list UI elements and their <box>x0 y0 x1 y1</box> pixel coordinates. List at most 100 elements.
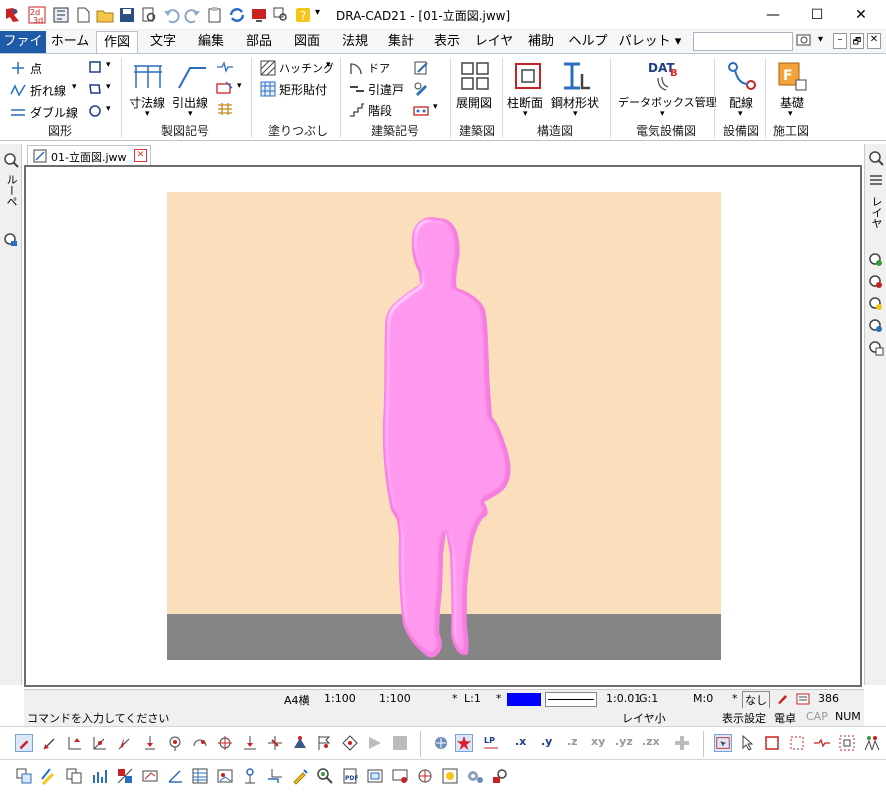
pick-select-icon[interactable] <box>739 734 757 752</box>
save-icon[interactable] <box>118 6 136 24</box>
2d3d-icon[interactable]: 2d3d <box>28 6 46 24</box>
search-3d-icon[interactable] <box>491 767 509 785</box>
door-button[interactable]: ドア <box>368 60 390 76</box>
maximize-button[interactable]: ☐ <box>802 5 832 25</box>
tab-help[interactable]: ヘルプ <box>566 31 610 53</box>
intersection-snap-icon[interactable] <box>91 734 109 752</box>
sliding-door-button[interactable]: 引違戸 <box>368 81 404 98</box>
quick-access-dropdown[interactable]: ▾ <box>315 7 320 18</box>
rect-select-icon[interactable] <box>763 734 781 752</box>
inquiry-icon[interactable] <box>316 767 334 785</box>
nearest-snap-icon[interactable] <box>141 734 159 752</box>
annotation-dropdown[interactable]: ▾ <box>237 81 242 91</box>
screen-capture-icon[interactable] <box>391 767 409 785</box>
document-tab[interactable]: 01-立面図.jww ✕ <box>27 145 151 165</box>
polyline-dropdown[interactable]: ▾ <box>72 82 77 92</box>
steel-dropdown[interactable]: ▾ <box>573 109 578 119</box>
mdi-restore-button[interactable]: 🗗 <box>850 33 864 49</box>
palette-tool-3-icon[interactable] <box>868 296 884 312</box>
display-setting[interactable]: 表示設定 <box>722 710 766 726</box>
endpoint-snap-icon[interactable] <box>41 734 59 752</box>
print-preview-icon[interactable] <box>140 6 158 24</box>
command-prompt[interactable]: コマンドを入力してください <box>27 710 169 726</box>
tab-view[interactable]: 表示 <box>426 31 468 53</box>
scale-2[interactable]: 1:100 <box>379 692 411 705</box>
attribute-edit-icon[interactable] <box>40 767 58 785</box>
point-button[interactable]: 点 <box>30 60 42 77</box>
snap-x[interactable]: .x <box>515 735 526 753</box>
tangent-snap-icon[interactable] <box>216 734 234 752</box>
close-button[interactable]: ✕ <box>846 5 876 25</box>
clipboard-icon[interactable] <box>206 6 224 24</box>
symbol-place-icon[interactable] <box>241 767 259 785</box>
polygon-icon[interactable] <box>88 82 102 96</box>
rectangle-dropdown[interactable]: ▾ <box>106 60 111 70</box>
bar-chart-icon[interactable] <box>91 767 109 785</box>
pencil-icon[interactable] <box>291 767 309 785</box>
annotation-icon[interactable] <box>216 81 234 95</box>
foundation-dropdown[interactable]: ▾ <box>788 109 793 119</box>
furniture-icon[interactable] <box>413 102 429 118</box>
layer-settings-icon[interactable] <box>15 767 33 785</box>
3d-view-icon[interactable] <box>416 767 434 785</box>
line-select-icon[interactable] <box>813 734 831 752</box>
quadrant-snap-icon[interactable] <box>241 734 259 752</box>
layer-list-icon[interactable] <box>868 172 884 188</box>
grid-select-icon[interactable] <box>838 734 856 752</box>
column-dropdown[interactable]: ▾ <box>523 109 528 119</box>
copy-attribute-icon[interactable] <box>65 767 83 785</box>
free-point-icon[interactable] <box>15 734 33 752</box>
layer-tab[interactable]: レイヤ <box>868 196 884 229</box>
color-chart-icon[interactable] <box>116 767 134 785</box>
tab-assist[interactable]: 補助 <box>520 31 562 53</box>
node-snap-icon[interactable] <box>291 734 309 752</box>
tab-text[interactable]: 文字 <box>142 31 184 53</box>
distance-snap-icon[interactable] <box>266 734 284 752</box>
image-icon[interactable] <box>216 767 234 785</box>
new-file-icon[interactable] <box>74 6 92 24</box>
dashed-select-icon[interactable] <box>788 734 806 752</box>
drawing-canvas[interactable] <box>24 165 862 687</box>
open-folder-icon[interactable] <box>96 6 114 24</box>
circle-icon[interactable] <box>88 104 102 118</box>
wiring-dropdown[interactable]: ▾ <box>738 109 743 119</box>
mdi-minimize-button[interactable]: – <box>833 33 847 49</box>
move-icon[interactable] <box>266 767 284 785</box>
3d-snap-icon[interactable] <box>432 734 450 752</box>
polyline-button[interactable]: 折れ線 <box>30 82 66 99</box>
center-snap-icon[interactable] <box>166 734 184 752</box>
palette-tool-2-icon[interactable] <box>868 274 884 290</box>
magnifier-icon[interactable] <box>3 152 19 168</box>
mode-number[interactable]: M:0 <box>693 692 713 705</box>
flag-snap-icon[interactable] <box>316 734 334 752</box>
layout-icon[interactable] <box>52 6 70 24</box>
hatching-dropdown[interactable]: ▾ <box>326 60 331 70</box>
current-layer[interactable]: L:1 <box>464 692 481 705</box>
help-icon[interactable]: ? <box>294 6 312 24</box>
mdi-close-button[interactable]: ✕ <box>867 33 881 49</box>
pen-icon[interactable] <box>413 81 429 97</box>
tab-layer[interactable]: レイヤ <box>472 31 516 53</box>
dimension-dropdown[interactable]: ▾ <box>145 109 150 119</box>
diamond-snap-icon[interactable] <box>341 734 359 752</box>
scale-1[interactable]: 1:100 <box>324 692 356 705</box>
tab-drawing[interactable]: 図面 <box>286 31 328 53</box>
close-tab-icon[interactable]: ✕ <box>134 149 147 162</box>
palette-tool-1-icon[interactable] <box>868 252 884 268</box>
view-icon[interactable] <box>3 232 19 248</box>
lp-snap-icon[interactable]: LP <box>482 734 500 752</box>
minimize-button[interactable]: — <box>758 5 788 25</box>
window-select-icon[interactable] <box>714 734 732 752</box>
symbol-edit-icon[interactable] <box>413 60 429 76</box>
leader-dropdown[interactable]: ▾ <box>188 109 193 119</box>
redo-icon[interactable] <box>184 6 202 24</box>
polygon-dropdown[interactable]: ▾ <box>106 82 111 92</box>
angle-icon[interactable] <box>166 767 184 785</box>
search-dropdown[interactable]: ▾ <box>818 34 823 45</box>
tab-home[interactable]: ホーム <box>48 31 92 53</box>
circle-dropdown[interactable]: ▾ <box>106 104 111 114</box>
search-tool-icon[interactable] <box>272 6 290 24</box>
loupe-tab[interactable]: ルーペ <box>3 174 19 207</box>
stairs-button[interactable]: 階段 <box>368 102 392 119</box>
tab-law[interactable]: 法規 <box>334 31 376 53</box>
